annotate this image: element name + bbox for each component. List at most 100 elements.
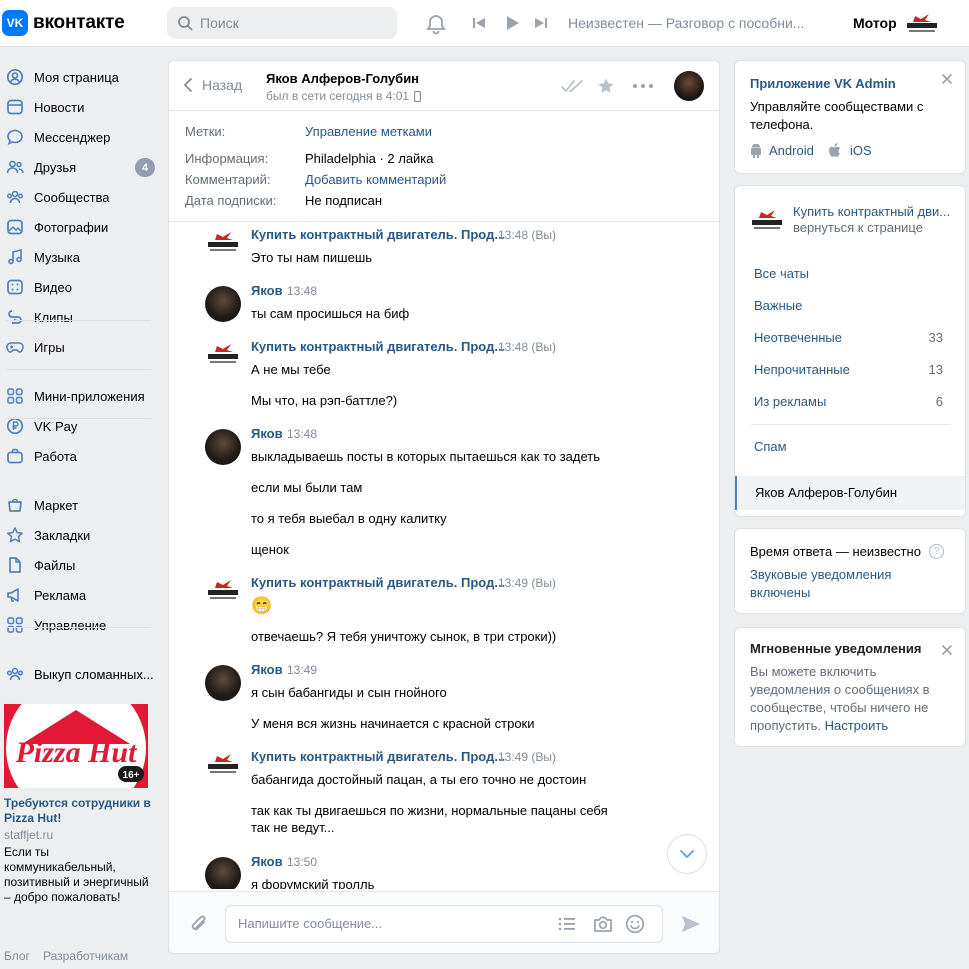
message-time[interactable]: 13:48 (Вы): [498, 340, 556, 354]
sidebar-item-10[interactable]: Игры: [0, 333, 160, 361]
bell-icon[interactable]: [425, 13, 447, 35]
message-time[interactable]: 13:48 (Вы): [498, 228, 556, 242]
send-icon[interactable]: [680, 914, 702, 934]
vk-logo[interactable]: VK вконтакте: [2, 10, 125, 36]
sound-notifications-link[interactable]: Звуковые уведомления включены: [750, 566, 920, 602]
more-icon[interactable]: [632, 83, 654, 89]
message-input-box[interactable]: [225, 905, 663, 943]
footer-blog-link[interactable]: Блог: [4, 949, 30, 963]
templates-icon[interactable]: [558, 916, 576, 932]
sidebar-item-18[interactable]: Управление: [0, 611, 160, 639]
message-time[interactable]: 13:48: [287, 427, 317, 441]
message-time[interactable]: 13:48: [287, 284, 317, 298]
vk-admin-title[interactable]: Приложение VK Admin: [750, 76, 896, 91]
sidebar-item-2[interactable]: Новости: [0, 93, 160, 121]
user-avatar[interactable]: [205, 665, 241, 701]
user-avatar-logo[interactable]: [905, 12, 939, 34]
user-avatar[interactable]: [205, 857, 241, 889]
ad-title[interactable]: Требуются сотрудники в Pizza Hut!: [4, 796, 154, 826]
message-author[interactable]: Яков: [251, 426, 283, 441]
message-author[interactable]: Купить контрактный двигатель. Прод...: [251, 749, 505, 764]
sidebar-item-label: Мессенджер: [34, 130, 111, 145]
message-author[interactable]: Яков: [251, 283, 283, 298]
community-logo[interactable]: [749, 208, 785, 232]
community-avatar[interactable]: [205, 753, 241, 789]
chat-filter-item[interactable]: Все чаты: [754, 266, 809, 281]
configure-link[interactable]: Настроить: [825, 718, 889, 733]
next-track-icon[interactable]: [533, 15, 549, 31]
sidebar-item-16[interactable]: Файлы: [0, 551, 160, 579]
user-avatar[interactable]: [205, 429, 241, 465]
response-time-text: Время ответа — неизвестно: [750, 544, 921, 559]
double-check-icon[interactable]: [560, 77, 586, 95]
community-menu-card: Купить контрактный дви... вернуться к ст…: [734, 185, 966, 517]
android-link[interactable]: Android: [769, 143, 814, 158]
chat-filter-item[interactable]: Непрочитанные: [754, 362, 850, 377]
now-playing-text[interactable]: Неизвестен — Разговор с пособни...: [568, 15, 818, 31]
sidebar-item-label: Реклама: [34, 588, 87, 603]
message-author[interactable]: Купить контрактный двигатель. Прод...: [251, 575, 505, 590]
chat-filter-count: 6: [935, 394, 943, 409]
back-button[interactable]: Назад: [183, 77, 242, 93]
message-author[interactable]: Яков: [251, 854, 283, 869]
header-user-name[interactable]: Мотор: [853, 15, 897, 31]
info-link[interactable]: Управление метками: [305, 124, 432, 139]
sidebar-item-19[interactable]: Выкуп сломанных...: [0, 660, 160, 688]
previous-track-icon[interactable]: [471, 15, 487, 31]
chat-title[interactable]: Яков Алферов-Голубин: [266, 71, 419, 86]
message-text: так как ты двигаешься по жизни, нормальн…: [251, 803, 608, 818]
chat-filter-item[interactable]: Из рекламы: [754, 394, 826, 409]
message-time[interactable]: 13:49: [287, 663, 317, 677]
nav-separator: [6, 320, 151, 321]
search-box[interactable]: Поиск: [167, 7, 397, 39]
paperclip-icon[interactable]: [189, 914, 209, 936]
chat-avatar[interactable]: [674, 71, 704, 101]
community-name[interactable]: Купить контрактный дви...: [793, 204, 950, 219]
close-icon[interactable]: [941, 644, 953, 656]
sidebar-item-4[interactable]: Друзья 4: [0, 153, 160, 181]
message-author[interactable]: Яков: [251, 662, 283, 677]
star-icon[interactable]: [597, 77, 615, 95]
sidebar-item-7[interactable]: Музыка: [0, 243, 160, 271]
ad-domain[interactable]: staffjet.ru: [4, 828, 53, 842]
message-input[interactable]: [238, 916, 538, 931]
close-icon[interactable]: [941, 73, 953, 85]
community-avatar[interactable]: [205, 343, 241, 379]
message-time[interactable]: 13:49 (Вы): [498, 576, 556, 590]
message-author[interactable]: Купить контрактный двигатель. Прод...: [251, 227, 505, 242]
sidebar-item-12[interactable]: VK Pay: [0, 412, 160, 440]
info-link[interactable]: Добавить комментарий: [305, 172, 446, 187]
ios-link[interactable]: iOS: [850, 143, 872, 158]
sidebar-item-14[interactable]: Маркет: [0, 491, 160, 519]
message-author[interactable]: Купить контрактный двигатель. Прод...: [251, 339, 505, 354]
play-icon[interactable]: [503, 14, 521, 32]
sidebar-item-9[interactable]: Клипы: [0, 303, 160, 331]
message-time[interactable]: 13:49 (Вы): [498, 750, 556, 764]
help-icon[interactable]: ?: [929, 544, 944, 559]
chat-filter-item[interactable]: Неотвеченные: [754, 330, 842, 345]
community-back-link[interactable]: вернуться к странице: [793, 220, 923, 235]
sidebar-item-1[interactable]: Моя страница: [0, 63, 160, 91]
message-time[interactable]: 13:50: [287, 855, 317, 869]
sidebar-item-13[interactable]: Работа: [0, 442, 160, 470]
info-value: Не подписан: [305, 193, 383, 208]
user-avatar[interactable]: [205, 286, 241, 322]
active-chat-row[interactable]: Яков Алферов-Голубин: [735, 476, 965, 510]
community-avatar[interactable]: [205, 231, 241, 267]
ad-image[interactable]: Pizza Hut 16+: [4, 704, 148, 788]
chat-filter-item[interactable]: Спам: [754, 439, 787, 454]
ad-body: Если ты коммуникабельный, позитивный и э…: [4, 845, 149, 904]
sidebar-item-8[interactable]: Видео: [0, 273, 160, 301]
sidebar-item-17[interactable]: Реклама: [0, 581, 160, 609]
scroll-down-button[interactable]: [667, 834, 707, 874]
sidebar-item-3[interactable]: Мессенджер: [0, 123, 160, 151]
footer-dev-link[interactable]: Разработчикам: [43, 949, 128, 963]
sidebar-item-15[interactable]: Закладки: [0, 521, 160, 549]
sidebar-item-5[interactable]: Сообщества: [0, 183, 160, 211]
camera-icon[interactable]: [592, 915, 614, 933]
sidebar-item-6[interactable]: Фотографии: [0, 213, 160, 241]
community-avatar[interactable]: [205, 579, 241, 615]
chat-filter-item[interactable]: Важные: [754, 298, 802, 313]
sidebar-item-11[interactable]: Мини-приложения: [0, 382, 160, 410]
emoji-icon[interactable]: [625, 914, 645, 934]
